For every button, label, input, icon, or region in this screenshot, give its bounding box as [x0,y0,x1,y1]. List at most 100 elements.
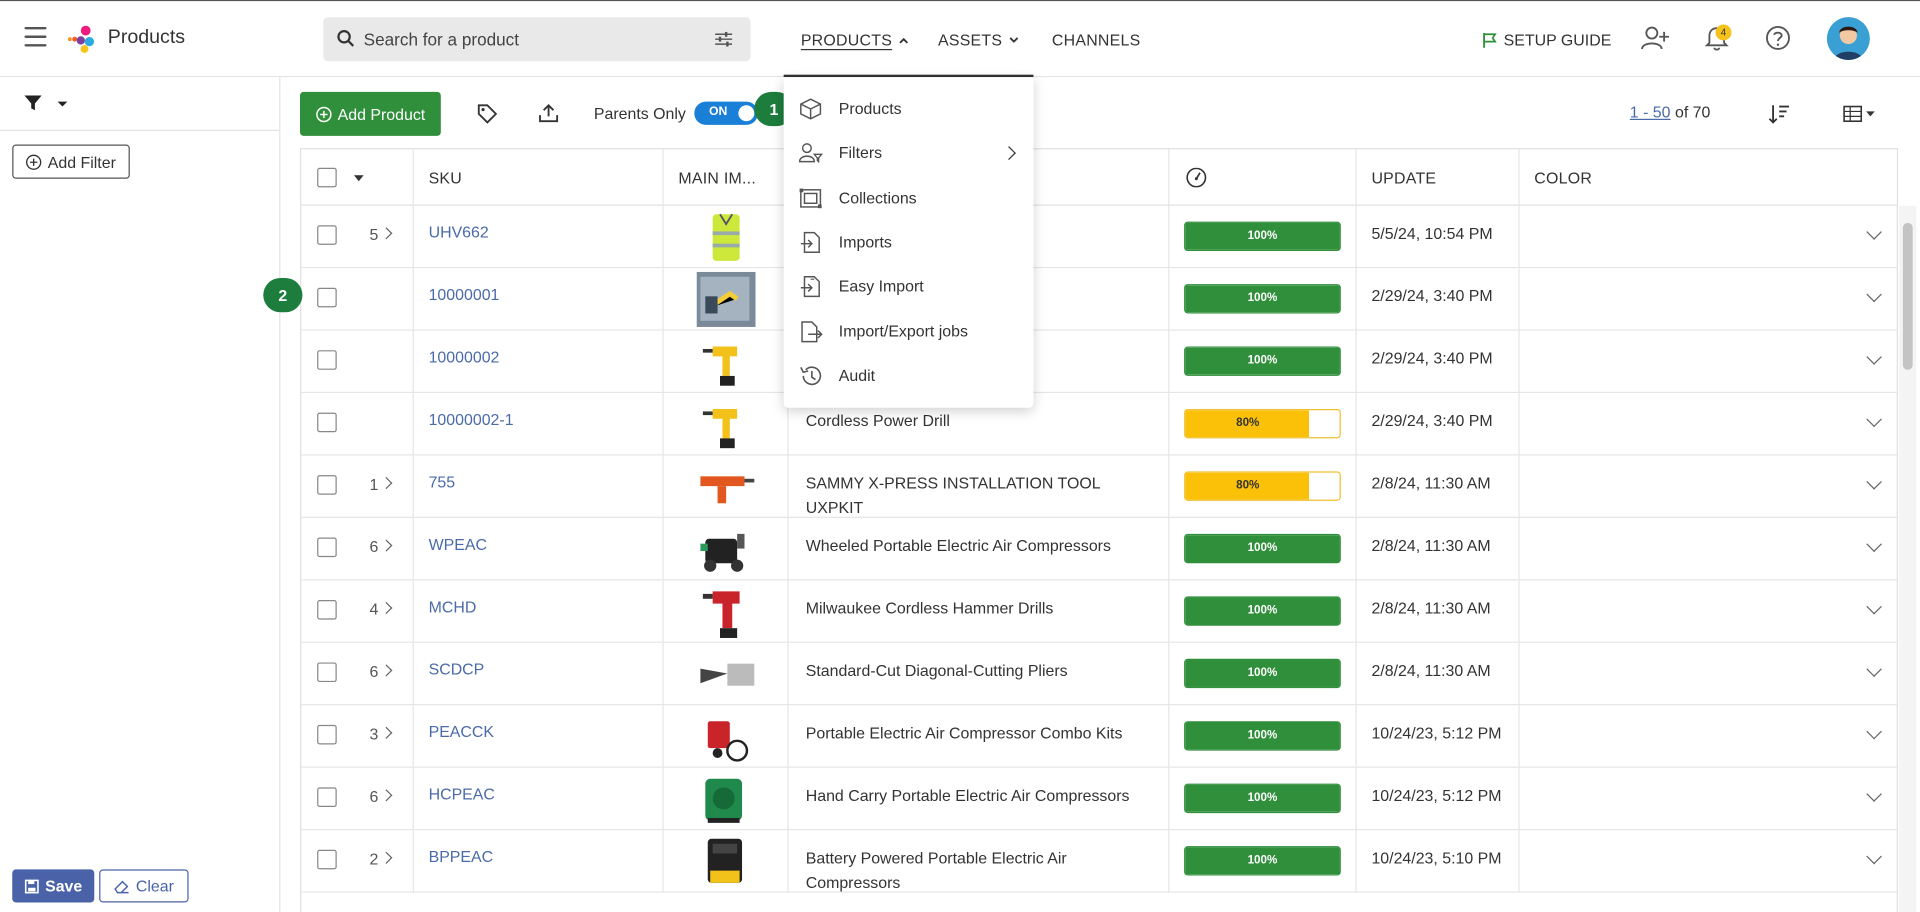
table-row[interactable]: 4 MCHD Milwaukee Cordless Hammer Drills … [301,580,1897,643]
menu-item-easy-import[interactable]: Easy Import [784,266,1034,308]
row-checkbox[interactable] [317,600,337,620]
add-product-button[interactable]: Add Product [300,91,441,136]
expand-chevron-icon[interactable] [380,726,393,739]
menu-item-filters[interactable]: Filters [784,132,1034,174]
sku-link[interactable]: UHV662 [429,223,489,241]
row-checkbox[interactable] [317,350,337,370]
row-expand-chevron-icon[interactable] [1866,536,1882,553]
product-thumbnail[interactable] [696,522,757,577]
menu-item-audit[interactable]: Audit [784,355,1034,397]
table-row[interactable]: 6 SCDCP Standard-Cut Diagonal-Cutting Pl… [301,642,1897,706]
row-expand-chevron-icon[interactable] [1866,786,1882,802]
row-expand-chevron-icon[interactable] [1866,474,1882,490]
row-checkbox[interactable] [317,662,337,683]
user-avatar[interactable] [1826,17,1870,61]
sku-link[interactable]: HCPEAC [429,785,495,803]
expand-chevron-icon[interactable] [380,539,393,552]
table-row[interactable]: 10000001 et 100% 2/29/24, 3:40 PM [301,268,1897,331]
upload-tray-icon[interactable] [538,103,560,125]
row-checkbox[interactable] [317,537,337,558]
menu-item-collections[interactable]: Collections [784,178,1034,220]
table-row[interactable]: 6 WPEAC Wheeled Portable Electric Air Co… [301,517,1897,581]
main-image-header[interactable]: MAIN IM... [664,149,789,206]
expand-chevron-icon[interactable] [380,851,393,864]
completeness-header[interactable] [1169,149,1357,206]
caret-down-icon[interactable] [56,100,68,107]
product-thumbnail[interactable] [696,584,757,639]
row-expand-chevron-icon[interactable] [1866,598,1882,615]
table-scrollbar[interactable] [1899,205,1917,912]
menu-item-products[interactable]: Products [784,88,1034,130]
pagination-range[interactable]: 1 - 50 [1630,103,1671,121]
sku-header[interactable]: SKU [414,149,664,206]
sort-icon[interactable] [1768,103,1790,125]
grid-view-icon[interactable] [1843,105,1877,123]
product-thumbnail[interactable] [696,647,757,702]
product-thumbnail[interactable] [696,709,757,764]
menu-item-import-export-jobs[interactable]: Import/Export jobs [784,311,1034,353]
sku-link[interactable]: MCHD [429,598,477,616]
search-input[interactable]: Search for a product [364,29,519,49]
row-checkbox[interactable] [317,475,337,495]
expand-chevron-icon[interactable] [380,227,393,240]
funnel-icon[interactable] [24,94,42,111]
add-user-icon[interactable] [1641,24,1670,51]
table-row[interactable]: 10000002 100% 2/29/24, 3:40 PM [301,330,1897,394]
sku-link[interactable]: BPPEAC [429,847,494,865]
expand-chevron-icon[interactable] [380,664,393,677]
product-thumbnail[interactable] [696,834,757,889]
sku-link[interactable]: 10000001 [429,285,500,303]
hamburger-menu-icon[interactable] [24,26,47,47]
tag-icon[interactable] [476,103,498,125]
search-bar[interactable]: Search for a product [323,17,751,62]
help-icon[interactable] [1765,24,1792,51]
nav-channels[interactable]: CHANNELS [1052,31,1141,49]
product-thumbnail[interactable] [696,459,757,514]
sku-link[interactable]: PEACCK [429,722,494,740]
product-thumbnail[interactable] [696,771,757,826]
table-row[interactable]: 6 HCPEAC Hand Carry Portable Electric Ai… [301,767,1897,831]
expand-chevron-icon[interactable] [380,477,393,490]
row-checkbox[interactable] [317,787,337,807]
row-expand-chevron-icon[interactable] [1866,723,1882,740]
row-checkbox[interactable] [317,225,337,245]
row-expand-chevron-icon[interactable] [1866,848,1882,865]
menu-item-imports[interactable]: Imports [784,222,1034,264]
row-checkbox[interactable] [317,724,337,745]
sku-link[interactable]: 10000002 [429,348,500,366]
product-thumbnail[interactable] [696,271,757,327]
table-row[interactable]: 10000002-1 Cordless Power Drill 80% 2/29… [301,393,1897,456]
parents-only-toggle[interactable]: ON [694,101,758,125]
row-expand-chevron-icon[interactable] [1866,349,1882,365]
table-row[interactable]: 1 755 SAMMY X-PRESS INSTALLATION TOOL UX… [301,455,1897,518]
product-thumbnail[interactable] [696,397,757,452]
table-row[interactable]: 3 PEACCK Portable Electric Air Compresso… [301,705,1897,768]
row-expand-chevron-icon[interactable] [1866,411,1882,428]
expand-chevron-icon[interactable] [380,601,393,615]
table-row[interactable]: 2 BPPEAC Battery Powered Portable Electr… [301,830,1897,893]
caret-down-icon[interactable] [353,175,364,182]
product-thumbnail[interactable] [696,334,757,389]
sku-link[interactable]: WPEAC [429,535,487,553]
add-filter-button[interactable]: Add Filter [12,144,130,179]
table-row[interactable]: 5 UHV662 gh Visibility 100% 5/5/24, 10:5… [301,205,1897,269]
expand-chevron-icon[interactable] [380,789,393,802]
color-header[interactable]: COLOR [1520,149,1897,205]
row-checkbox[interactable] [317,287,337,308]
sku-link[interactable]: SCDCP [429,660,485,678]
save-button[interactable]: Save [12,869,95,903]
nav-products[interactable]: PRODUCTS [801,31,909,49]
row-expand-chevron-icon[interactable] [1866,286,1882,303]
sku-link[interactable]: 10000002-1 [429,410,514,428]
row-checkbox[interactable] [317,412,337,433]
nav-assets[interactable]: ASSETS [938,31,1019,49]
select-all-checkbox[interactable] [317,167,337,188]
filter-sliders-icon[interactable] [715,31,733,47]
clear-button[interactable]: Clear [99,869,189,903]
scrollbar-thumb[interactable] [1902,222,1913,370]
update-header[interactable]: UPDATE [1357,149,1520,206]
sku-link[interactable]: 755 [429,473,456,491]
row-expand-chevron-icon[interactable] [1866,224,1882,240]
setup-guide-link[interactable]: SETUP GUIDE [1482,31,1611,49]
product-thumbnail[interactable] [696,209,757,264]
